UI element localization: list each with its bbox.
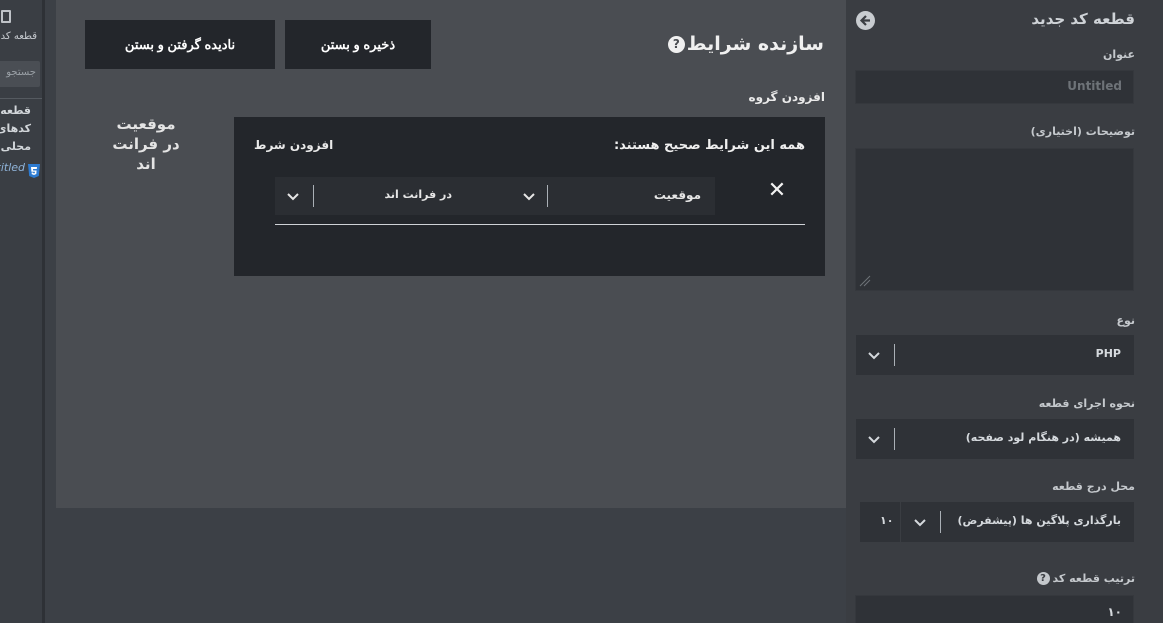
condition-row: موقعیت در فرانت اند ✕: [275, 177, 805, 225]
remove-condition-icon[interactable]: ✕: [767, 180, 787, 202]
order-label-text: ترتیب قطعه کد: [1052, 572, 1135, 585]
location-select[interactable]: بارگذاری پلاگین ها (پیشفرض) ۱۰: [860, 502, 1134, 542]
title-input[interactable]: Untitled: [855, 70, 1134, 104]
type-select[interactable]: PHP: [856, 335, 1134, 375]
chevron-down-icon: [521, 186, 537, 206]
run-value: همیشه (در هنگام لود صفحه): [965, 431, 1121, 444]
help-icon[interactable]: ?: [1036, 572, 1050, 585]
add-group-button[interactable]: افزودن گروه: [749, 90, 825, 104]
description-label: توضیحات (اختیاری): [1030, 125, 1135, 138]
scrollbar[interactable]: [42, 0, 45, 623]
condition-value-text: در فرانت اند: [384, 188, 452, 201]
sidebar-title: قطعه کد جدید: [1031, 10, 1135, 28]
left-search-input[interactable]: جستجو: [0, 61, 40, 87]
order-value: ۱۰: [1107, 605, 1122, 619]
ignore-and-close-button[interactable]: نادیده گرفتن و بستن: [85, 20, 275, 69]
chevron-down-icon: [285, 186, 301, 206]
left-item-label-1[interactable]: قطعه: [0, 104, 31, 117]
chevron-down-icon: [866, 429, 882, 449]
priority-divider: [900, 502, 901, 542]
left-search-placeholder: جستجو: [6, 67, 36, 78]
resize-handle-icon[interactable]: [858, 274, 872, 288]
left-item-label-2[interactable]: کدهای: [0, 122, 31, 135]
run-label: نحوه اجرای قطعه: [1038, 397, 1135, 410]
title-placeholder: Untitled: [1067, 79, 1122, 93]
select-divider: [313, 185, 314, 207]
left-item-label-4[interactable]: Untitled: [0, 161, 25, 174]
title-label: عنوان: [1102, 48, 1135, 61]
left-item-label-3[interactable]: محلی: [1, 140, 31, 153]
select-divider: [894, 344, 895, 366]
left-panel-title: قطعه کد: [0, 31, 37, 42]
condition-builder-modal: نادیده گرفتن و بستن ذخیره و بستن سازنده …: [56, 0, 846, 508]
location-priority[interactable]: ۱۰: [880, 514, 893, 527]
add-condition-button[interactable]: افزودن شرط: [254, 138, 333, 152]
condition-field-select[interactable]: موقعیت: [511, 177, 715, 215]
type-value: PHP: [1095, 347, 1121, 360]
location-value: بارگذاری پلاگین ها (پیشفرض): [957, 514, 1121, 527]
condition-value-select[interactable]: در فرانت اند: [275, 177, 511, 215]
order-input[interactable]: ۱۰: [855, 595, 1134, 623]
divider: [0, 98, 45, 99]
save-and-close-button[interactable]: ذخیره و بستن: [285, 20, 431, 69]
snippet-sidebar: قطعه کد جدید عنوان Untitled توضیحات (اخت…: [846, 0, 1163, 623]
description-textarea[interactable]: [855, 148, 1134, 291]
order-label: ترتیب قطعه کد ?: [1036, 572, 1135, 585]
condition-group: همه این شرایط صحیح هستند: افزودن شرط موق…: [234, 117, 825, 276]
chevron-down-icon: [912, 512, 928, 532]
condition-field-value: موقعیت: [653, 188, 701, 202]
select-divider: [940, 511, 941, 533]
select-divider: [894, 428, 895, 450]
location-label: محل درج قطعه: [1052, 480, 1135, 493]
type-label: نوع: [1116, 314, 1135, 327]
back-arrow-icon[interactable]: [856, 11, 875, 30]
left-snippets-panel: قطعه کد جستجو قطعه کدهای محلی Untitled: [0, 0, 45, 623]
chevron-down-icon: [866, 345, 882, 365]
run-select[interactable]: همیشه (در هنگام لود صفحه): [856, 419, 1134, 459]
modal-title: سازنده شرایط ?: [667, 33, 824, 55]
help-icon[interactable]: ?: [667, 35, 685, 53]
conditions-preview: موقعیت در فرانت اند: [112, 115, 180, 173]
modal-title-text: سازنده شرایط: [686, 33, 824, 55]
condition-selects: موقعیت در فرانت اند: [275, 177, 715, 215]
group-title: همه این شرایط صحیح هستند:: [613, 138, 805, 153]
select-divider: [547, 185, 548, 207]
file-icon: [1, 10, 11, 23]
